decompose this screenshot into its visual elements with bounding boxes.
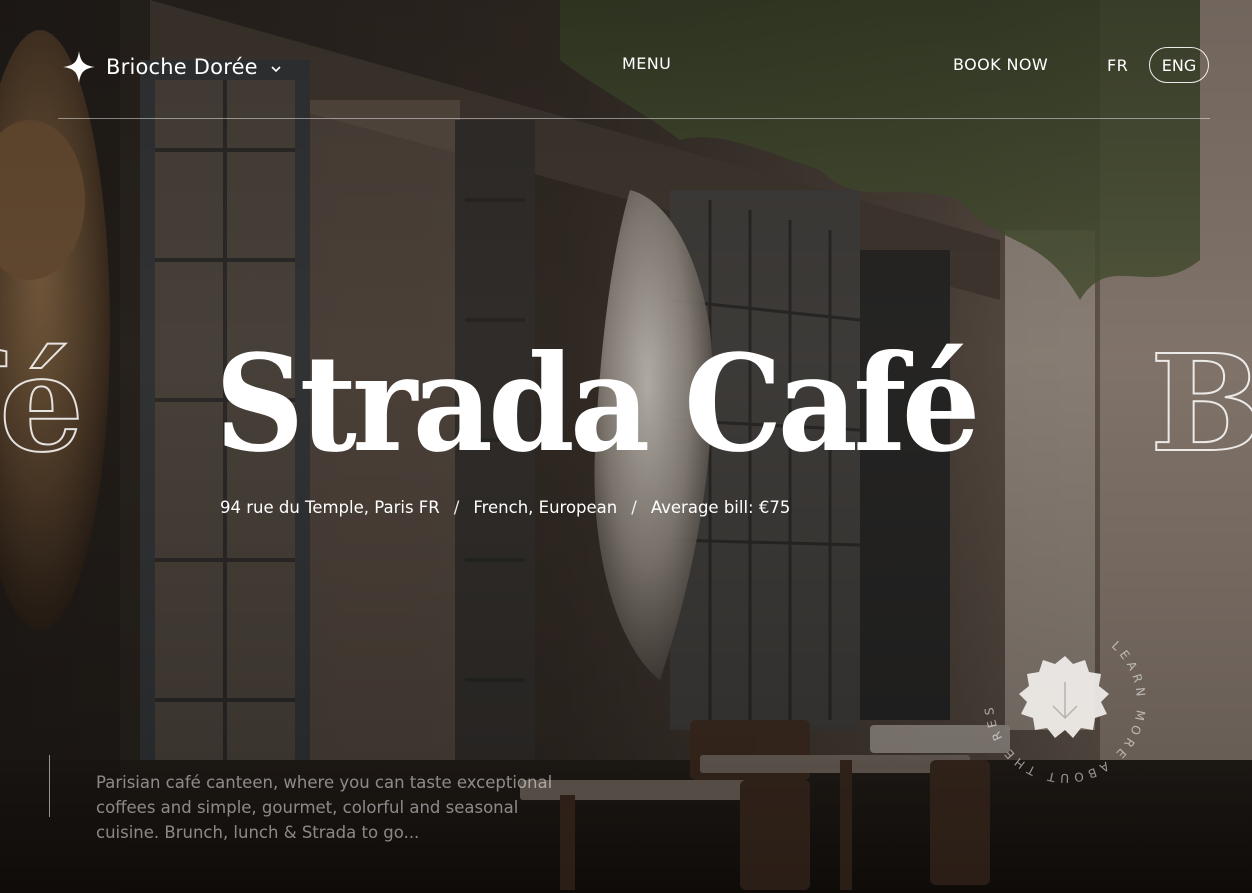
marquee-ghost-right: B — [1149, 326, 1252, 482]
header-divider — [58, 118, 1210, 119]
page-title: Strada Café — [215, 326, 980, 482]
brand-selector[interactable]: Brioche Dorée — [62, 50, 282, 84]
average-bill-text: Average bill: €75 — [650, 498, 791, 517]
brand-name: Brioche Dorée — [106, 55, 258, 79]
marquee-ghost-left: fé — [0, 326, 85, 482]
lang-eng-button[interactable]: ENG — [1149, 47, 1209, 83]
cuisine-text: French, European — [473, 498, 618, 517]
address-text: 94 rue du Temple, Paris FR — [220, 498, 440, 517]
menu-link[interactable]: MENU — [622, 54, 671, 73]
sparkle-icon — [63, 51, 95, 83]
badge-shape — [1019, 656, 1109, 738]
restaurant-description: Parisian café canteen, where you can tas… — [96, 773, 553, 842]
lang-fr-button[interactable]: FR — [1107, 56, 1128, 75]
description-accent-line — [49, 755, 50, 817]
meta-separator: / — [631, 498, 637, 517]
meta-separator: / — [453, 498, 460, 517]
book-now-link[interactable]: BOOK NOW — [953, 55, 1048, 74]
learn-more-button[interactable]: LEARN MORE ABOUT THE RESTAURANT — [975, 612, 1155, 792]
restaurant-meta: 94 rue du Temple, Paris FR / French, Eur… — [220, 498, 790, 517]
chevron-down-icon — [271, 66, 281, 73]
